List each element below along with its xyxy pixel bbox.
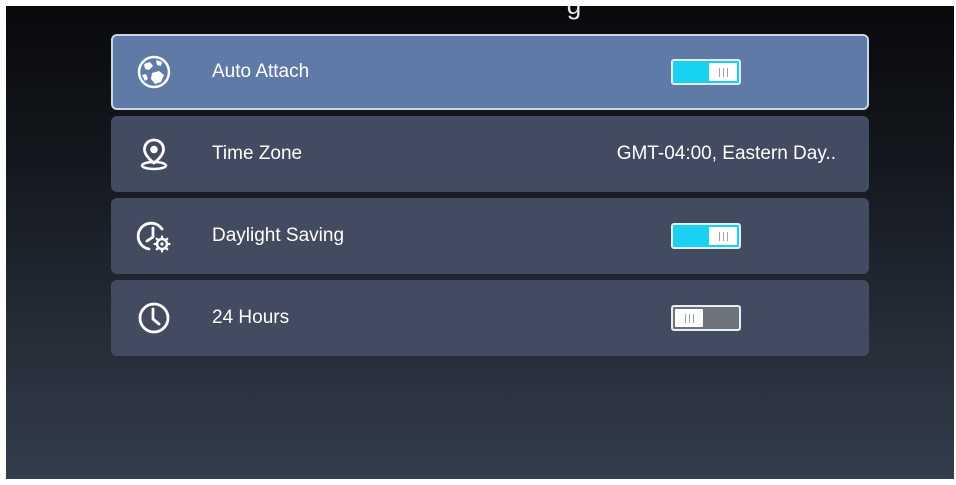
daylight-saving-label: Daylight Saving — [212, 225, 345, 246]
toggle-knob — [709, 63, 737, 81]
location-pin-icon — [136, 136, 172, 172]
setting-row-time-zone[interactable]: Time Zone GMT-04:00, Eastern Day.. — [111, 116, 869, 192]
auto-attach-label: Auto Attach — [212, 61, 310, 82]
auto-attach-toggle[interactable] — [671, 59, 741, 85]
settings-screen: g Auto Attach — [6, 6, 954, 479]
setting-row-daylight-saving[interactable]: Daylight Saving — [111, 198, 869, 274]
toggle-knob — [675, 309, 703, 327]
toggle-knob — [709, 227, 737, 245]
24-hours-toggle[interactable] — [671, 305, 741, 331]
setting-row-24-hours[interactable]: 24 Hours — [111, 280, 869, 356]
settings-list: Auto Attach Time Zone GMT-04:00, Eastern… — [111, 34, 869, 362]
page-title-fragment: g — [554, 6, 594, 20]
24-hours-label: 24 Hours — [212, 307, 290, 328]
time-zone-value: GMT-04:00, Eastern Day.. — [616, 143, 836, 164]
time-zone-label: Time Zone — [212, 143, 303, 164]
setting-row-auto-attach[interactable]: Auto Attach — [111, 34, 869, 110]
clock-gear-icon — [136, 218, 172, 254]
globe-icon — [136, 54, 172, 90]
daylight-saving-toggle[interactable] — [671, 223, 741, 249]
clock-icon — [136, 300, 172, 336]
